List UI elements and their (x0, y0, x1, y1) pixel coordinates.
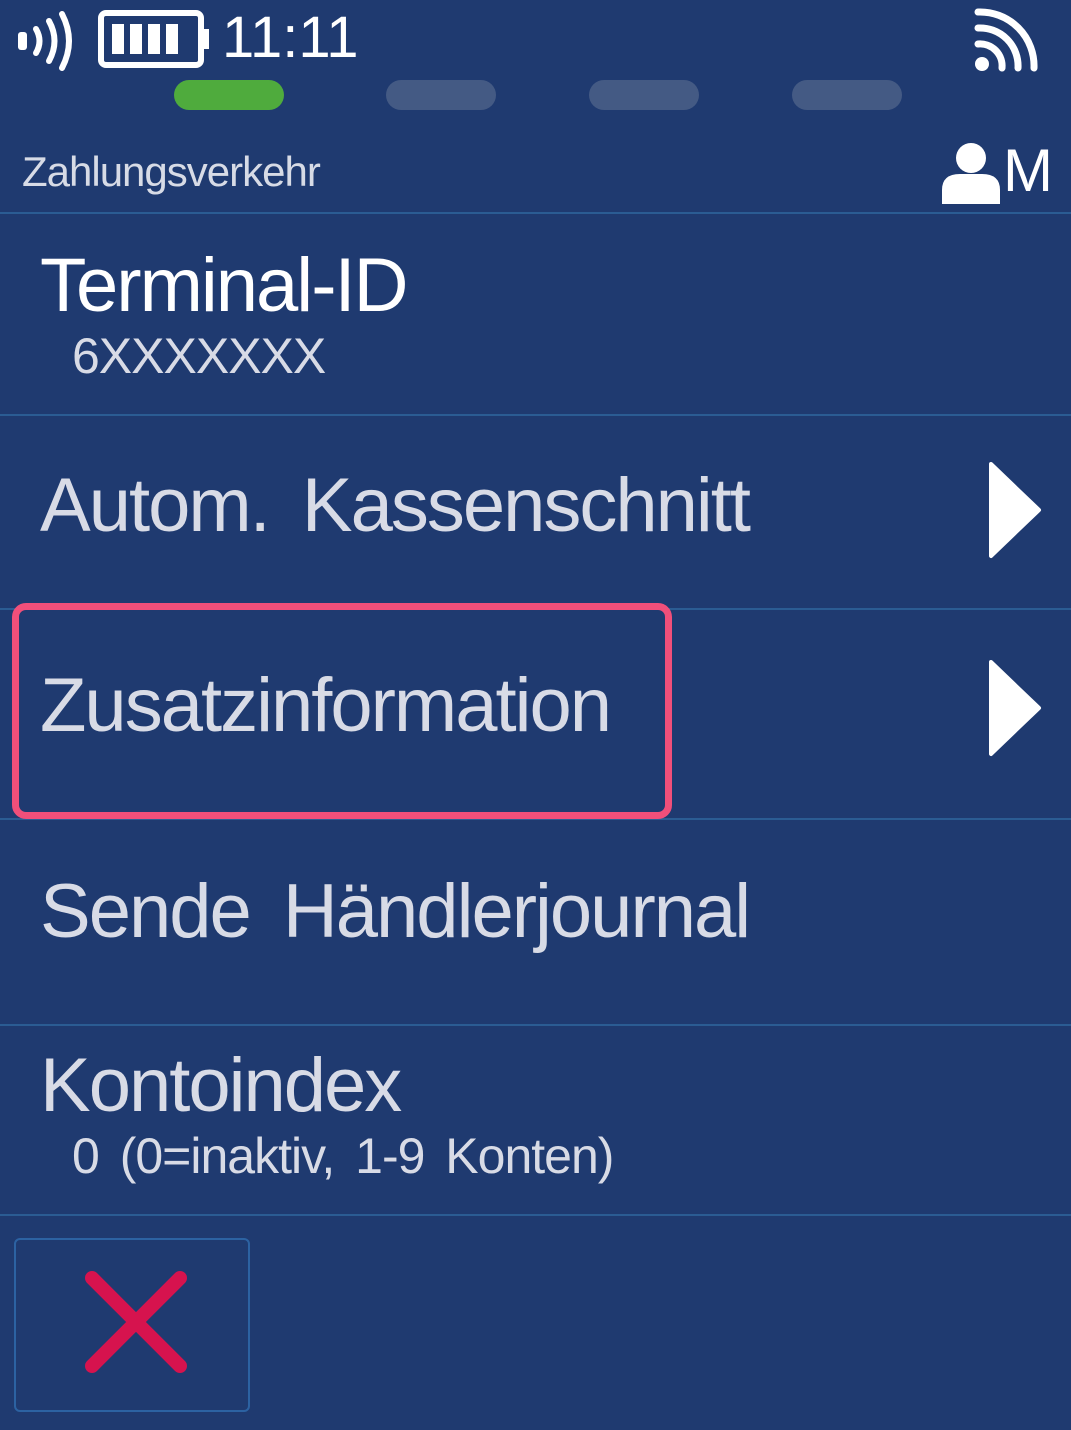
menu-item-label: Terminal-ID (40, 243, 408, 328)
menu-item-autom-kassenschnitt[interactable]: Autom. Kassenschnitt (0, 416, 1071, 610)
menu-item-value: 6XXXXXXX (72, 328, 326, 384)
menu-item-label: Sende Händlerjournal (40, 869, 751, 954)
menu-item-sende-haendlerjournal[interactable]: Sende Händlerjournal (0, 820, 1071, 1026)
close-icon (85, 1271, 187, 1373)
status-bar: 11:11 (0, 0, 1071, 72)
menu-item-label: Kontoindex (40, 1043, 402, 1128)
menu-item-label: Autom. Kassenschnitt (40, 463, 751, 548)
page-title: Zahlungsverkehr (22, 148, 321, 195)
user-level-label: M (1003, 137, 1053, 204)
menu-item-value: 0 (0=inaktiv, 1-9 Konten) (72, 1128, 614, 1184)
battery-icon (98, 10, 209, 68)
chevron-right-icon (989, 660, 1041, 756)
nfc-contactless-icon (18, 11, 72, 71)
screen-header: Zahlungsverkehr M (0, 130, 1071, 214)
menu-item-terminal-id[interactable]: Terminal-ID 6XXXXXXX (0, 214, 1071, 416)
progress-step-2 (386, 80, 496, 110)
progress-indicator (0, 80, 1071, 110)
progress-step-4 (792, 80, 902, 110)
user-icon (942, 143, 1000, 204)
menu-item-kontoindex[interactable]: Kontoindex 0 (0=inaktiv, 1-9 Konten) (0, 1026, 1071, 1216)
status-time: 11:11 (222, 5, 359, 70)
cancel-button[interactable] (14, 1238, 250, 1412)
wifi-signal-icon (974, 8, 1038, 72)
progress-step-3 (589, 80, 699, 110)
selection-highlight (12, 603, 672, 819)
progress-step-1 (174, 80, 284, 110)
chevron-right-icon (989, 462, 1041, 558)
